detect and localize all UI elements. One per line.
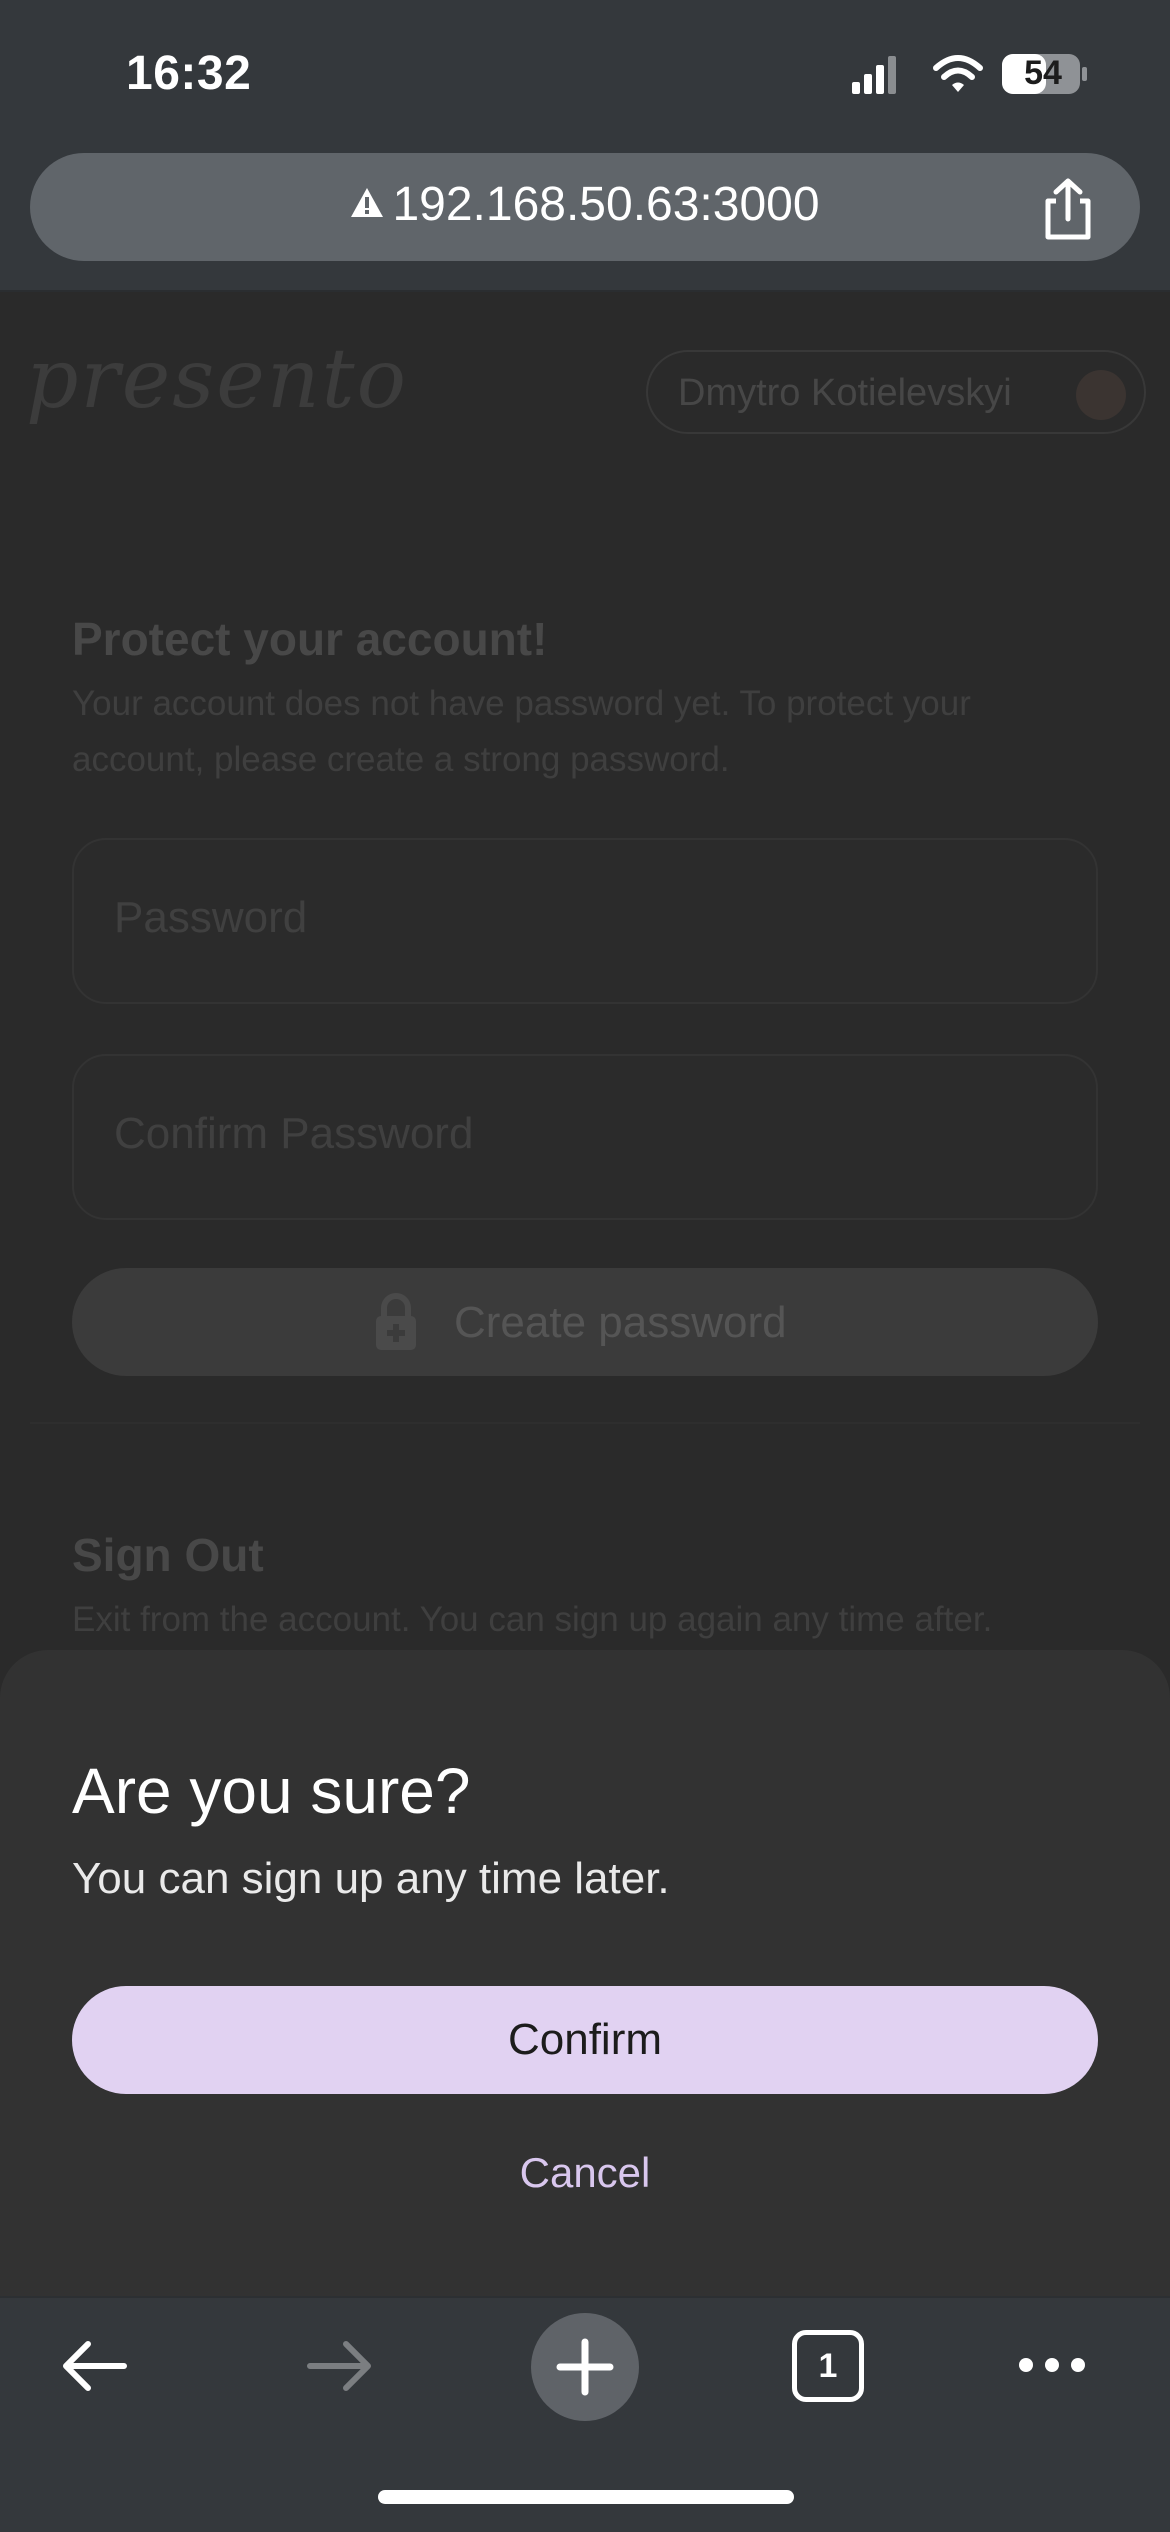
confirm-button[interactable]: Confirm (72, 1986, 1098, 2094)
password-input[interactable] (114, 888, 1014, 948)
wifi-icon (933, 55, 983, 92)
presento-logo: presento (26, 332, 408, 427)
sheet-title: Are you sure? (72, 1755, 471, 1827)
protect-title: Protect your account! (72, 613, 548, 665)
confirm-password-input[interactable] (114, 1104, 1014, 1164)
back-arrow-icon[interactable] (58, 2334, 130, 2398)
sheet-subtitle: You can sign up any time later. (72, 1854, 670, 1903)
password-field[interactable] (72, 838, 1098, 1004)
avatar (1076, 370, 1126, 420)
share-icon[interactable] (1038, 177, 1098, 243)
address-text-row: 192.168.50.63:3000 (30, 177, 1140, 232)
more-icon[interactable] (1016, 2350, 1088, 2380)
card-divider (30, 1422, 1140, 1424)
warning-icon (351, 188, 384, 217)
address-bar[interactable]: 192.168.50.63:3000 (30, 153, 1140, 261)
create-password-button[interactable]: Create password (72, 1268, 1098, 1376)
user-chip[interactable]: Dmytro Kotielevskyi (646, 350, 1146, 434)
signout-title: Sign Out (72, 1529, 264, 1581)
protect-description: Your account does not have password yet.… (72, 684, 971, 779)
battery-level: 54 (1024, 54, 1062, 92)
browser-top-chrome: 16:32 54 192.168.50.63:3000 (0, 0, 1170, 292)
cellular-signal-icon (852, 56, 896, 94)
status-time: 16:32 (126, 47, 252, 100)
confirm-password-field[interactable] (72, 1054, 1098, 1220)
user-name: Dmytro Kotielevskyi (678, 372, 1012, 414)
new-tab-icon[interactable] (530, 2312, 640, 2422)
home-indicator[interactable] (378, 2490, 794, 2504)
signout-description: Exit from the account. You can sign up a… (72, 1600, 993, 1639)
cancel-button[interactable]: Cancel (435, 2138, 735, 2208)
lock-icon (376, 1293, 416, 1350)
forward-arrow-icon[interactable] (304, 2334, 376, 2398)
tabs-icon[interactable]: 1 (792, 2330, 864, 2402)
url-text: 192.168.50.63:3000 (392, 178, 820, 231)
create-password-label: Create password (454, 1298, 787, 1347)
confirm-sheet: Are you sure? You can sign up any time l… (0, 1650, 1170, 2296)
tab-count: 1 (818, 2347, 838, 2385)
